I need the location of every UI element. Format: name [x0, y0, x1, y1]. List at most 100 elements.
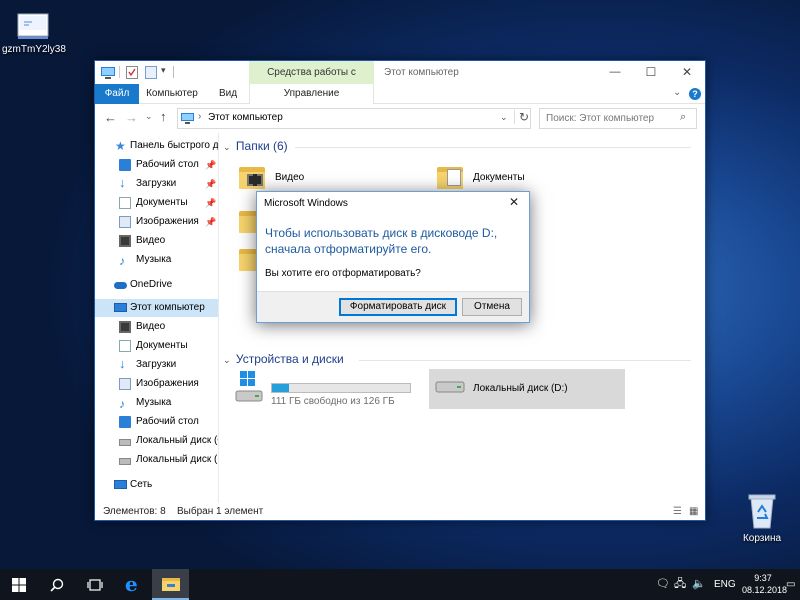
refresh-icon[interactable]: ↻: [514, 110, 529, 124]
address-bar[interactable]: › Этот компьютер ⌄ ↻: [177, 108, 531, 129]
star-icon: ★: [115, 139, 126, 153]
language-indicator[interactable]: ENG: [714, 569, 736, 600]
download-icon: ↓: [119, 175, 126, 190]
nav-qa-desktop[interactable]: Рабочий стол 📌: [95, 156, 219, 174]
action-center-icon[interactable]: 🗨: [656, 569, 670, 600]
dialog-message: Чтобы использовать диск в дисководе D:, …: [265, 226, 498, 256]
desktop-file-icon[interactable]: gzmTmY2ly38: [2, 12, 66, 55]
computer-icon: [101, 67, 115, 79]
music-icon: ♪: [119, 254, 125, 268]
nav-pane-divider[interactable]: [218, 133, 219, 503]
nav-pc-music[interactable]: ♪ Музыка: [95, 394, 219, 412]
navigation-bar: ← → ⌄ ↑ › Этот компьютер ⌄ ↻ Поиск: Этот…: [95, 105, 705, 133]
close-button[interactable]: ✕: [669, 61, 705, 84]
qat-dropdown-icon[interactable]: ▾: [161, 65, 166, 76]
cancel-button[interactable]: Отмена: [462, 298, 522, 316]
nav-qa-documents[interactable]: Документы 📌: [95, 194, 219, 212]
back-arrow-icon[interactable]: ←: [104, 110, 117, 125]
search-icon: [50, 578, 64, 592]
file-explorer-button[interactable]: [152, 569, 189, 600]
nav-qa-videos[interactable]: Видео: [95, 232, 219, 250]
details-view-icon[interactable]: ☰: [673, 503, 682, 521]
volume-icon[interactable]: 🔈: [692, 569, 706, 600]
drive-c-free-text: 111 ГБ свободно из 126 ГБ: [271, 396, 395, 407]
recent-dropdown-icon[interactable]: ⌄: [145, 111, 153, 122]
search-button[interactable]: [38, 569, 75, 600]
edge-button[interactable]: e: [114, 569, 151, 600]
properties-icon[interactable]: [126, 66, 138, 79]
recycle-bin[interactable]: Корзина: [734, 492, 790, 544]
pin-icon[interactable]: 📌: [205, 175, 216, 193]
nav-quick-access[interactable]: ★ Панель быстрого доступа: [95, 137, 219, 155]
dialog-close-button[interactable]: ✕: [509, 195, 519, 209]
download-icon: ↓: [119, 356, 126, 371]
network-icon: [114, 480, 127, 489]
nav-this-pc[interactable]: Этот компьютер: [95, 299, 219, 317]
folders-section-header[interactable]: ⌄ Папки (6): [223, 139, 693, 153]
format-disk-button[interactable]: Форматировать диск: [339, 298, 457, 316]
hard-drive-icon: [435, 381, 465, 393]
desktop-icon: [119, 159, 131, 171]
nav-pc-documents[interactable]: Документы: [95, 337, 219, 355]
clock[interactable]: 9:37 08.12.2018: [742, 572, 788, 596]
drive-c-item[interactable]: 111 ГБ свободно из 126 ГБ: [231, 369, 421, 411]
pin-icon[interactable]: 📌: [205, 156, 216, 174]
drive-d-item[interactable]: Локальный диск (D:): [429, 369, 625, 409]
tab-view[interactable]: Вид: [210, 84, 246, 104]
dialog-title: Microsoft Windows: [264, 198, 348, 209]
pin-icon[interactable]: 📌: [205, 194, 216, 212]
address-path: Этот компьютер: [208, 112, 283, 123]
clock-date: 08.12.2018: [742, 585, 788, 595]
large-icons-view-icon[interactable]: ▦: [689, 503, 698, 521]
nav-drive-d[interactable]: Локальный диск (D:): [95, 451, 219, 469]
up-arrow-icon[interactable]: ↑: [160, 109, 167, 124]
nav-qa-music[interactable]: ♪ Музыка: [95, 251, 219, 269]
tab-computer[interactable]: Компьютер: [143, 84, 201, 104]
tab-manage[interactable]: Управление: [249, 84, 374, 104]
recycle-bin-label: Корзина: [742, 533, 782, 544]
recycle-bin-icon: [748, 494, 776, 529]
task-view-button[interactable]: [76, 569, 113, 600]
nav-pc-videos[interactable]: Видео: [95, 318, 219, 336]
dialog-footer: Форматировать диск Отмена: [257, 291, 529, 322]
pictures-icon: [119, 216, 131, 228]
drive-d-icon: [119, 458, 131, 465]
search-input[interactable]: Поиск: Этот компьютер: [539, 108, 697, 129]
file-icon: [17, 13, 49, 39]
nav-qa-pictures[interactable]: Изображения 📌: [95, 213, 219, 231]
help-icon[interactable]: ?: [689, 88, 701, 100]
drive-d-label: Локальный диск (D:): [473, 383, 568, 394]
tab-file[interactable]: Файл: [95, 84, 139, 104]
address-dropdown-icon[interactable]: ⌄: [500, 112, 508, 123]
nav-qa-downloads[interactable]: ↓ Загрузки 📌: [95, 175, 219, 193]
desktop-icon: [119, 416, 131, 428]
nav-pc-pictures[interactable]: Изображения: [95, 375, 219, 393]
folder-icon: [162, 578, 180, 591]
maximize-button[interactable]: ☐: [633, 61, 669, 84]
folder-name: Документы: [473, 172, 525, 183]
nav-pc-desktop[interactable]: Рабочий стол: [95, 413, 219, 431]
navigation-pane: ★ Панель быстрого доступа Рабочий стол📌 …: [95, 133, 219, 503]
breadcrumb-separator-icon: ›: [198, 111, 202, 122]
pictures-icon: [119, 378, 131, 390]
status-bar: Элементов: 8 Выбран 1 элемент ☰ ▦: [95, 503, 705, 521]
devices-section-header[interactable]: ⌄ Устройства и диски: [223, 352, 693, 366]
ribbon-expand-icon[interactable]: ⌄: [673, 87, 681, 98]
nav-drive-c[interactable]: Локальный диск (C:): [95, 432, 219, 450]
format-disk-dialog: Microsoft Windows ✕ Чтобы использовать д…: [256, 191, 530, 323]
forward-arrow-icon[interactable]: →: [125, 110, 138, 125]
nav-pc-downloads[interactable]: ↓ Загрузки: [95, 356, 219, 374]
search-icon: ⌕: [680, 111, 687, 123]
quick-access-toolbar: ▾ Средства работы с дисками Этот компьют…: [95, 61, 705, 102]
start-button[interactable]: [0, 569, 37, 600]
nav-onedrive[interactable]: OneDrive: [95, 276, 219, 294]
minimize-button[interactable]: —: [597, 61, 633, 84]
pin-icon[interactable]: 📌: [205, 213, 216, 231]
video-icon: [119, 321, 131, 333]
nav-network[interactable]: Сеть: [95, 476, 219, 494]
music-icon: ♪: [119, 397, 125, 411]
network-icon[interactable]: 🖧: [674, 569, 686, 600]
new-folder-icon[interactable]: [145, 66, 157, 79]
notifications-icon[interactable]: ▭: [786, 569, 795, 600]
windows-logo-icon: [12, 578, 26, 592]
